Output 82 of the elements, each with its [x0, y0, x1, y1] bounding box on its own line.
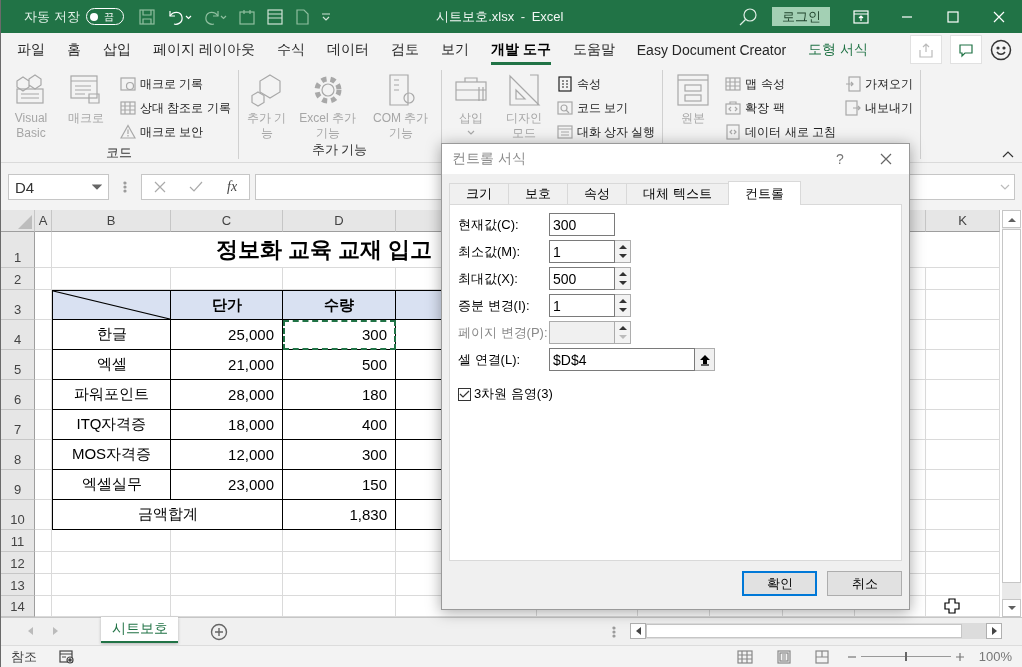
- table-cell: 18,000: [171, 410, 283, 440]
- row-header[interactable]: 7: [1, 410, 35, 440]
- field-label: 현재값(C):: [458, 215, 520, 234]
- table-cell: 25,000: [171, 320, 283, 350]
- column-header[interactable]: K: [926, 210, 1000, 232]
- status-mode: 참조: [11, 647, 37, 666]
- ribbon-tab[interactable]: 페이지 레이아웃: [142, 33, 266, 66]
- column-header[interactable]: D: [283, 210, 396, 232]
- ribbon-tab[interactable]: 삽입: [92, 33, 142, 66]
- row-header[interactable]: 10: [1, 500, 35, 530]
- ribbon-tab[interactable]: 파일: [6, 33, 56, 66]
- sheet-tab[interactable]: 시트보호: [101, 617, 178, 643]
- table-cell: 28,000: [171, 380, 283, 410]
- row-header[interactable]: 4: [1, 320, 35, 350]
- table-cell: 1,830: [283, 500, 396, 530]
- ribbon-tab[interactable]: 데이터: [315, 33, 380, 66]
- table-cell: 150: [283, 470, 396, 500]
- window-title: 시트보호.xlsx - Excel: [435, 7, 565, 26]
- help-button[interactable]: ?: [817, 151, 863, 167]
- ribbon-tab[interactable]: Easy Document Creator: [625, 33, 798, 66]
- dialog-tab[interactable]: 컨트롤: [727, 181, 801, 205]
- row-header[interactable]: 1: [1, 232, 35, 268]
- field-label: 증분 변경(I):: [458, 296, 531, 315]
- cancel-button[interactable]: 취소: [827, 571, 902, 596]
- column-header[interactable]: B: [52, 210, 171, 232]
- dialog-title: 컨트롤 서식: [452, 150, 527, 168]
- ribbon-button[interactable]: 속성: [554, 72, 658, 96]
- table-header-cell: 수량: [283, 290, 396, 320]
- row-header[interactable]: 9: [1, 470, 35, 500]
- table-cell: 300: [283, 440, 396, 470]
- table-cell: 300: [283, 320, 396, 350]
- login-button[interactable]: 로그인: [772, 7, 830, 26]
- group-label: 추가 기능: [310, 141, 369, 159]
- name-box[interactable]: D4: [8, 174, 109, 200]
- table-cell: 파워포인트: [52, 380, 171, 410]
- table-cell: 500: [283, 350, 396, 380]
- table-cell: 23,000: [171, 470, 283, 500]
- reference-field[interactable]: $D$4: [549, 348, 695, 371]
- insert-function-button[interactable]: fx: [227, 179, 238, 195]
- table-header-cell: 단가: [171, 290, 283, 320]
- ribbon-tab[interactable]: 도움말: [561, 33, 626, 66]
- ribbon-tab[interactable]: 홈: [56, 33, 92, 66]
- row-header[interactable]: 6: [1, 380, 35, 410]
- ribbon-tab[interactable]: 수식: [265, 33, 316, 66]
- input-field[interactable]: 300: [549, 213, 615, 236]
- group-label: 코드: [105, 144, 134, 162]
- table-cell: 한글: [52, 320, 171, 350]
- table-cell: 금액합계: [52, 500, 283, 530]
- row-header[interactable]: 2: [1, 268, 35, 290]
- field-label: 페이지 변경(P):: [458, 323, 549, 342]
- row-header[interactable]: 3: [1, 290, 35, 320]
- table-cell: 400: [283, 410, 396, 440]
- ribbon-tab[interactable]: 도형 서식: [797, 33, 880, 66]
- table-cell: 12,000: [171, 440, 283, 470]
- row-header[interactable]: 8: [1, 440, 35, 470]
- table-cell: ITQ자격증: [52, 410, 171, 440]
- number-field[interactable]: 1: [549, 240, 615, 263]
- cell-reference: D4: [15, 178, 35, 196]
- number-field[interactable]: 500: [549, 267, 615, 290]
- field-label: 최대값(X):: [458, 269, 519, 288]
- table-cell: 엑셀실무: [52, 470, 171, 500]
- row-header[interactable]: 14: [1, 596, 35, 617]
- ok-button[interactable]: 확인: [742, 571, 817, 596]
- field-label: 최소값(M):: [458, 242, 522, 261]
- number-field[interactable]: 1: [549, 294, 615, 317]
- zoom-level: 100%: [978, 649, 1012, 664]
- ribbon-tab[interactable]: 검토: [379, 33, 430, 66]
- row-header[interactable]: 11: [1, 530, 35, 552]
- field-label: 셀 연결(L):: [458, 350, 522, 369]
- table-cell: 180: [283, 380, 396, 410]
- table-cell: MOS자격증: [52, 440, 171, 470]
- ribbon-tab[interactable]: 보기: [429, 33, 480, 66]
- column-header[interactable]: C: [171, 210, 283, 232]
- row-header[interactable]: 13: [1, 574, 35, 596]
- row-header[interactable]: 12: [1, 552, 35, 574]
- row-header[interactable]: 5: [1, 350, 35, 380]
- table-cell: 엑셀: [52, 350, 171, 380]
- table-cell: 21,000: [171, 350, 283, 380]
- dialog-tab[interactable]: 크기: [449, 183, 509, 204]
- autosave-label: 자동 저장: [24, 7, 80, 26]
- checkbox-label[interactable]: 3차원 음영(3): [474, 385, 553, 403]
- column-header[interactable]: A: [35, 210, 52, 232]
